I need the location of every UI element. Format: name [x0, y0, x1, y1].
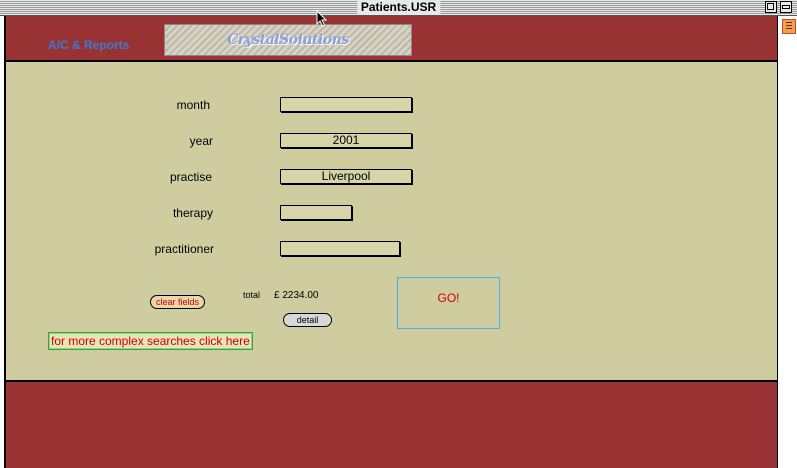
vertical-scrollbar[interactable] — [777, 16, 797, 468]
total-label: total — [243, 290, 261, 300]
collapse-box-button[interactable] — [780, 1, 792, 13]
go-button[interactable]: GO! — [397, 277, 500, 329]
therapy-field[interactable] — [280, 205, 352, 220]
practitioner-label: practitioner — [154, 242, 214, 256]
total-value: £ 2234.00 — [274, 290, 319, 301]
side-mark-bottom: ¹ — [4, 359, 7, 366]
clear-fields-button[interactable]: clear fields — [150, 295, 205, 309]
detail-button[interactable]: detail — [283, 313, 332, 327]
crystal-solutions-logo: CrystalSolutions — [164, 24, 412, 56]
window-title: Patients.USR — [356, 0, 441, 15]
window-content: A/C & Reports CrystalSolutions month yea… — [4, 16, 781, 468]
mouse-cursor-icon — [316, 10, 328, 27]
logo-text: CrystalSolutions — [227, 32, 349, 48]
practise-field[interactable]: Liverpool — [280, 169, 412, 184]
practitioner-field[interactable] — [280, 241, 400, 256]
practise-label: practise — [169, 170, 212, 184]
year-label: year — [189, 134, 213, 148]
ac-reports-link[interactable]: A/C & Reports — [48, 38, 129, 52]
month-label: month — [176, 98, 210, 112]
complex-search-link[interactable]: for more complex searches click here — [48, 332, 253, 350]
side-mark-top: ² — [4, 343, 7, 350]
go-button-label: GO! — [437, 291, 460, 305]
scroll-thumb[interactable] — [782, 19, 796, 34]
year-field[interactable]: 2001 — [280, 133, 412, 148]
search-form-panel: month year 2001 practise Liverpool thera… — [4, 60, 777, 382]
zoom-box-button[interactable] — [765, 1, 777, 13]
title-bar[interactable]: Patients.USR — [0, 0, 797, 16]
collapse-icon — [782, 5, 790, 9]
therapy-label: therapy — [172, 206, 213, 220]
zoom-icon — [767, 3, 774, 10]
month-field[interactable] — [280, 97, 412, 112]
